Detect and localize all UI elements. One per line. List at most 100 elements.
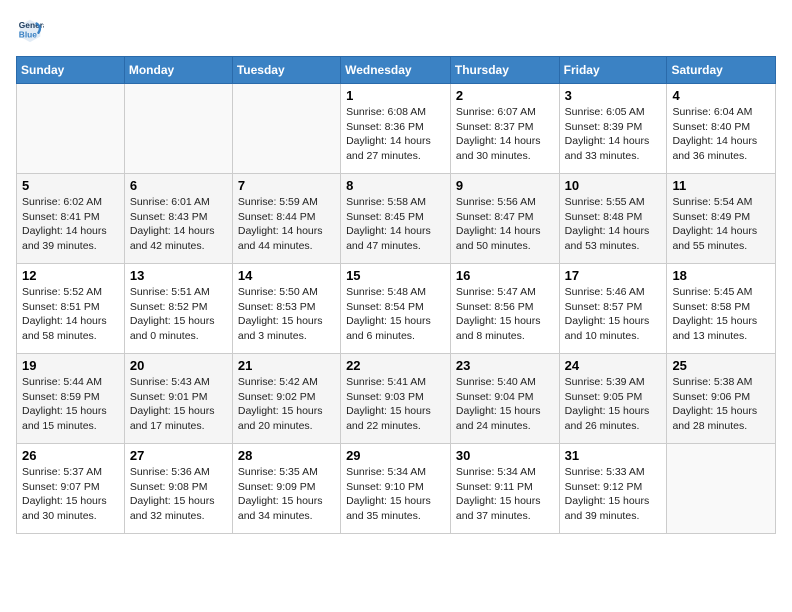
calendar-cell: 28 Sunrise: 5:35 AM Sunset: 9:09 PM Dayli… — [232, 444, 340, 534]
day-info: Sunrise: 5:44 AM Sunset: 8:59 PM Dayligh… — [22, 375, 119, 434]
day-number: 22 — [346, 358, 445, 373]
header: General Blue — [16, 16, 776, 44]
calendar-cell: 26Sunrise: 5:37 AM Sunset: 9:07 PM Dayli… — [17, 444, 125, 534]
calendar-cell: 27 Sunrise: 5:36 AM Sunset: 9:08 PM Dayli… — [124, 444, 232, 534]
day-number: 28 — [238, 448, 335, 463]
day-header-sunday: Sunday — [17, 57, 125, 84]
day-info: Sunrise: 5:40 AM Sunset: 9:04 PM Dayligh… — [456, 375, 554, 434]
calendar-cell — [232, 84, 340, 174]
day-number: 7 — [238, 178, 335, 193]
calendar-cell: 19 Sunrise: 5:44 AM Sunset: 8:59 PM Dayli… — [17, 354, 125, 444]
calendar-cell: 15Sunrise: 5:48 AM Sunset: 8:54 PM Dayli… — [341, 264, 451, 354]
logo: General Blue — [16, 16, 48, 44]
day-number: 15 — [346, 268, 445, 283]
calendar-cell: 11 Sunrise: 5:54 AM Sunset: 8:49 PM Dayli… — [667, 174, 776, 264]
calendar-cell — [667, 444, 776, 534]
day-number: 16 — [456, 268, 554, 283]
calendar-cell: 13 Sunrise: 5:51 AM Sunset: 8:52 PM Dayli… — [124, 264, 232, 354]
day-info: Sunrise: 5:41 AM Sunset: 9:03 PM Dayligh… — [346, 375, 445, 434]
day-number: 13 — [130, 268, 227, 283]
day-number: 30 — [456, 448, 554, 463]
calendar-cell: 30 Sunrise: 5:34 AM Sunset: 9:11 PM Dayli… — [450, 444, 559, 534]
day-info: Sunrise: 5:39 AM Sunset: 9:05 PM Dayligh… — [565, 375, 662, 434]
calendar-cell: 16 Sunrise: 5:47 AM Sunset: 8:56 PM Dayli… — [450, 264, 559, 354]
day-info: Sunrise: 5:34 AM Sunset: 9:11 PM Dayligh… — [456, 465, 554, 524]
day-number: 10 — [565, 178, 662, 193]
day-number: 31 — [565, 448, 662, 463]
day-info: Sunrise: 5:54 AM Sunset: 8:49 PM Dayligh… — [672, 195, 770, 254]
day-info: Sunrise: 6:02 AM Sunset: 8:41 PM Dayligh… — [22, 195, 119, 254]
day-number: 23 — [456, 358, 554, 373]
day-info: Sunrise: 5:36 AM Sunset: 9:08 PM Dayligh… — [130, 465, 227, 524]
day-info: Sunrise: 5:42 AM Sunset: 9:02 PM Dayligh… — [238, 375, 335, 434]
calendar-cell: 10Sunrise: 5:55 AM Sunset: 8:48 PM Dayli… — [559, 174, 667, 264]
day-number: 19 — [22, 358, 119, 373]
calendar-week-row: 12 Sunrise: 5:52 AM Sunset: 8:51 PM Dayli… — [17, 264, 776, 354]
calendar-cell: 23 Sunrise: 5:40 AM Sunset: 9:04 PM Dayli… — [450, 354, 559, 444]
day-header-saturday: Saturday — [667, 57, 776, 84]
day-number: 1 — [346, 88, 445, 103]
calendar-cell: 1 Sunrise: 6:08 AM Sunset: 8:36 PM Daylig… — [341, 84, 451, 174]
day-info: Sunrise: 5:35 AM Sunset: 9:09 PM Dayligh… — [238, 465, 335, 524]
calendar-cell: 14 Sunrise: 5:50 AM Sunset: 8:53 PM Dayli… — [232, 264, 340, 354]
day-header-tuesday: Tuesday — [232, 57, 340, 84]
day-number: 26 — [22, 448, 119, 463]
day-number: 27 — [130, 448, 227, 463]
day-info: Sunrise: 5:33 AM Sunset: 9:12 PM Dayligh… — [565, 465, 662, 524]
day-header-monday: Monday — [124, 57, 232, 84]
day-info: Sunrise: 5:52 AM Sunset: 8:51 PM Dayligh… — [22, 285, 119, 344]
day-number: 4 — [672, 88, 770, 103]
day-info: Sunrise: 5:38 AM Sunset: 9:06 PM Dayligh… — [672, 375, 770, 434]
calendar-cell: 25 Sunrise: 5:38 AM Sunset: 9:06 PM Dayli… — [667, 354, 776, 444]
day-info: Sunrise: 6:05 AM Sunset: 8:39 PM Dayligh… — [565, 105, 662, 164]
day-info: Sunrise: 5:56 AM Sunset: 8:47 PM Dayligh… — [456, 195, 554, 254]
day-info: Sunrise: 5:58 AM Sunset: 8:45 PM Dayligh… — [346, 195, 445, 254]
day-number: 21 — [238, 358, 335, 373]
calendar-body: 1 Sunrise: 6:08 AM Sunset: 8:36 PM Daylig… — [17, 84, 776, 534]
calendar-week-row: 1 Sunrise: 6:08 AM Sunset: 8:36 PM Daylig… — [17, 84, 776, 174]
calendar-cell: 20 Sunrise: 5:43 AM Sunset: 9:01 PM Dayli… — [124, 354, 232, 444]
day-info: Sunrise: 5:46 AM Sunset: 8:57 PM Dayligh… — [565, 285, 662, 344]
day-info: Sunrise: 5:59 AM Sunset: 8:44 PM Dayligh… — [238, 195, 335, 254]
calendar-cell: 2 Sunrise: 6:07 AM Sunset: 8:37 PM Daylig… — [450, 84, 559, 174]
day-number: 11 — [672, 178, 770, 193]
day-info: Sunrise: 6:04 AM Sunset: 8:40 PM Dayligh… — [672, 105, 770, 164]
day-info: Sunrise: 5:34 AM Sunset: 9:10 PM Dayligh… — [346, 465, 445, 524]
day-header-wednesday: Wednesday — [341, 57, 451, 84]
day-number: 3 — [565, 88, 662, 103]
calendar-cell: 12 Sunrise: 5:52 AM Sunset: 8:51 PM Dayli… — [17, 264, 125, 354]
day-info: Sunrise: 5:50 AM Sunset: 8:53 PM Dayligh… — [238, 285, 335, 344]
day-number: 8 — [346, 178, 445, 193]
calendar-cell: 29Sunrise: 5:34 AM Sunset: 9:10 PM Dayli… — [341, 444, 451, 534]
calendar-table: SundayMondayTuesdayWednesdayThursdayFrid… — [16, 56, 776, 534]
day-number: 12 — [22, 268, 119, 283]
day-number: 2 — [456, 88, 554, 103]
calendar-cell: 6Sunrise: 6:01 AM Sunset: 8:43 PM Daylig… — [124, 174, 232, 264]
day-number: 25 — [672, 358, 770, 373]
day-number: 20 — [130, 358, 227, 373]
day-info: Sunrise: 5:43 AM Sunset: 9:01 PM Dayligh… — [130, 375, 227, 434]
calendar-cell: 31 Sunrise: 5:33 AM Sunset: 9:12 PM Dayli… — [559, 444, 667, 534]
day-info: Sunrise: 6:07 AM Sunset: 8:37 PM Dayligh… — [456, 105, 554, 164]
calendar-cell: 21 Sunrise: 5:42 AM Sunset: 9:02 PM Dayli… — [232, 354, 340, 444]
calendar-cell — [124, 84, 232, 174]
calendar-cell: 8 Sunrise: 5:58 AM Sunset: 8:45 PM Daylig… — [341, 174, 451, 264]
logo-icon: General Blue — [16, 16, 44, 44]
calendar-week-row: 5 Sunrise: 6:02 AM Sunset: 8:41 PM Daylig… — [17, 174, 776, 264]
calendar-cell: 9Sunrise: 5:56 AM Sunset: 8:47 PM Daylig… — [450, 174, 559, 264]
svg-text:Blue: Blue — [19, 29, 37, 39]
calendar-cell: 3 Sunrise: 6:05 AM Sunset: 8:39 PM Daylig… — [559, 84, 667, 174]
calendar-cell: 24Sunrise: 5:39 AM Sunset: 9:05 PM Dayli… — [559, 354, 667, 444]
calendar-cell: 5 Sunrise: 6:02 AM Sunset: 8:41 PM Daylig… — [17, 174, 125, 264]
day-number: 17 — [565, 268, 662, 283]
day-info: Sunrise: 5:51 AM Sunset: 8:52 PM Dayligh… — [130, 285, 227, 344]
calendar-week-row: 19 Sunrise: 5:44 AM Sunset: 8:59 PM Dayli… — [17, 354, 776, 444]
day-number: 5 — [22, 178, 119, 193]
calendar-cell: 7 Sunrise: 5:59 AM Sunset: 8:44 PM Daylig… — [232, 174, 340, 264]
calendar-cell: 22 Sunrise: 5:41 AM Sunset: 9:03 PM Dayli… — [341, 354, 451, 444]
day-number: 14 — [238, 268, 335, 283]
calendar-header-row: SundayMondayTuesdayWednesdayThursdayFrid… — [17, 57, 776, 84]
day-header-thursday: Thursday — [450, 57, 559, 84]
day-info: Sunrise: 5:47 AM Sunset: 8:56 PM Dayligh… — [456, 285, 554, 344]
day-info: Sunrise: 6:08 AM Sunset: 8:36 PM Dayligh… — [346, 105, 445, 164]
